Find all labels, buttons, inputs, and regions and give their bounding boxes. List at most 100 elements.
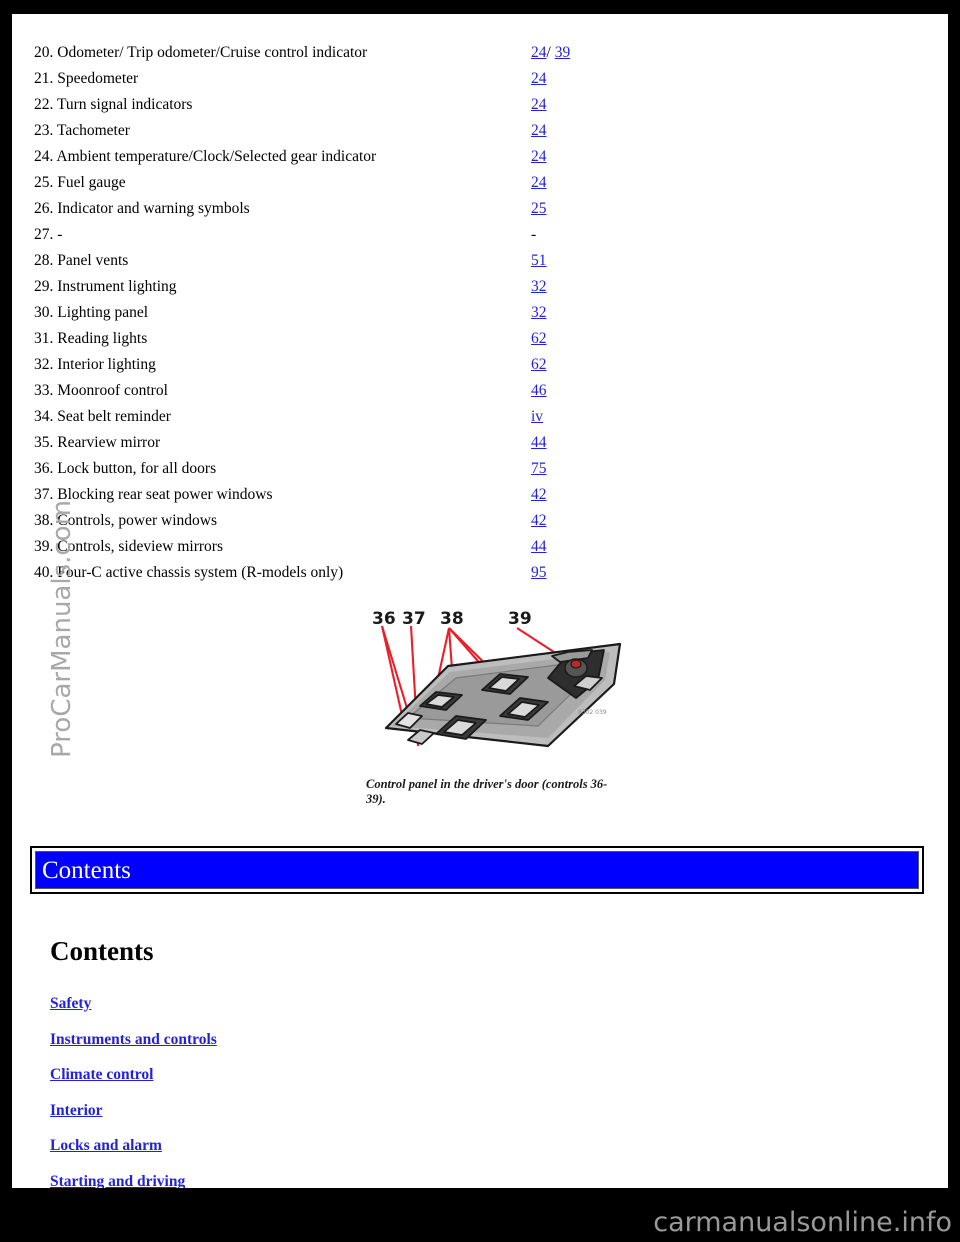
- contents-link[interactable]: Instruments and controls: [50, 1031, 217, 1048]
- index-row: 35. Rearview mirror 44: [34, 430, 594, 456]
- index-row-pages: 62: [531, 352, 547, 378]
- index-row-pages: 75: [531, 456, 547, 482]
- index-row-pages: iv: [531, 404, 543, 430]
- index-row-label: 24. Ambient temperature/Clock/Selected g…: [34, 148, 377, 165]
- index-row-pages: 25: [531, 196, 547, 222]
- index-row-pages: 24: [531, 92, 547, 118]
- page-link[interactable]: iv: [531, 408, 543, 425]
- index-row-label: 28. Panel vents: [34, 252, 129, 269]
- contents-link[interactable]: Safety: [50, 995, 91, 1012]
- index-row-label: 21. Speedometer: [34, 70, 139, 87]
- index-row-pages: 24: [531, 66, 547, 92]
- index-row-label: 23. Tachometer: [34, 122, 130, 139]
- index-row-label: 34. Seat belt reminder: [34, 408, 171, 425]
- document-page: 20. Odometer/ Trip odometer/Cruise contr…: [12, 14, 948, 1188]
- page-link[interactable]: 46: [531, 382, 547, 399]
- index-row-label: 31. Reading lights: [34, 330, 148, 347]
- figure-caption: Control panel in the driver's door (cont…: [366, 777, 608, 806]
- index-row: 38. Controls, power windows 42: [34, 508, 594, 534]
- index-row: 30. Lighting panel 32: [34, 300, 594, 326]
- page-link[interactable]: 24: [531, 96, 547, 113]
- index-row: 34. Seat belt reminder iv: [34, 404, 594, 430]
- index-row-label: 32. Interior lighting: [34, 356, 156, 373]
- door-control-panel-figure: 36 37 38 39 8302 039: [352, 606, 642, 771]
- index-row-label: 40. Four-C active chassis system (R-mode…: [34, 564, 344, 581]
- index-row: 36. Lock button, for all doors 75: [34, 456, 594, 482]
- index-row-pages: 44: [531, 430, 547, 456]
- index-row-label: 26. Indicator and warning symbols: [34, 200, 250, 217]
- index-row-pages: 42: [531, 482, 547, 508]
- page-link[interactable]: 51: [531, 252, 547, 269]
- index-row: 32. Interior lighting 62: [34, 352, 594, 378]
- contents-banner-title: Contents: [42, 856, 131, 884]
- contents-link-row: Safety: [50, 986, 450, 1022]
- page-link[interactable]: 75: [531, 460, 547, 477]
- page-link[interactable]: 62: [531, 330, 547, 347]
- page-link[interactable]: 44: [531, 538, 547, 555]
- index-row-label: 22. Turn signal indicators: [34, 96, 193, 113]
- page-link[interactable]: 42: [531, 486, 547, 503]
- contents-link[interactable]: Climate control: [50, 1066, 153, 1083]
- index-row-pages: 32: [531, 274, 547, 300]
- page-separator: /: [546, 44, 555, 61]
- contents-link[interactable]: Starting and driving: [50, 1173, 185, 1189]
- page-link[interactable]: 24: [531, 174, 547, 191]
- contents-link-list: Safety Instruments and controls Climate co…: [50, 986, 450, 1188]
- contents-link-row: Locks and alarm: [50, 1128, 450, 1164]
- contents-link[interactable]: Interior: [50, 1102, 103, 1119]
- index-row: 28. Panel vents 51: [34, 248, 594, 274]
- contents-heading: Contents: [50, 936, 154, 966]
- contents-link-row: Climate control: [50, 1057, 450, 1093]
- index-row: 21. Speedometer 24: [34, 66, 594, 92]
- index-row: 33. Moonroof control 46: [34, 378, 594, 404]
- contents-link-row: Instruments and controls: [50, 1022, 450, 1058]
- page-link[interactable]: 24: [531, 122, 547, 139]
- index-row-pages: 51: [531, 248, 547, 274]
- svg-text:38: 38: [440, 609, 464, 629]
- index-row: 29. Instrument lighting 32: [34, 274, 594, 300]
- index-row-pages: 46: [531, 378, 547, 404]
- index-row: 40. Four-C active chassis system (R-mode…: [34, 560, 594, 586]
- svg-text:36: 36: [372, 609, 396, 629]
- index-row-pages: 24/ 39: [531, 40, 570, 66]
- index-row-pages: 24: [531, 144, 547, 170]
- page-link[interactable]: 32: [531, 278, 547, 295]
- contents-link-row: Interior: [50, 1093, 450, 1129]
- page-link[interactable]: 39: [555, 44, 571, 61]
- contents-link-row: Starting and driving: [50, 1164, 450, 1189]
- index-row-pages: -: [531, 222, 536, 248]
- page-link[interactable]: 25: [531, 200, 547, 217]
- contents-banner: Contents: [35, 851, 919, 889]
- page-link[interactable]: 24: [531, 148, 547, 165]
- index-row: 22. Turn signal indicators 24: [34, 92, 594, 118]
- contents-link[interactable]: Locks and alarm: [50, 1137, 162, 1154]
- index-row: 20. Odometer/ Trip odometer/Cruise contr…: [34, 40, 594, 66]
- page-link[interactable]: 62: [531, 356, 547, 373]
- page-link[interactable]: 24: [531, 44, 547, 61]
- page-link[interactable]: 24: [531, 70, 547, 87]
- index-row: 39. Controls, sideview mirrors 44: [34, 534, 594, 560]
- index-row-pages: 42: [531, 508, 547, 534]
- index-row-pages: 24: [531, 118, 547, 144]
- index-list: 20. Odometer/ Trip odometer/Cruise contr…: [34, 40, 594, 586]
- contents-banner-frame: Contents: [30, 846, 924, 894]
- page-placeholder: -: [531, 226, 537, 243]
- index-row-pages: 24: [531, 170, 547, 196]
- index-row-label: 36. Lock button, for all doors: [34, 460, 217, 477]
- index-row: 27. - -: [34, 222, 594, 248]
- page-link[interactable]: 44: [531, 434, 547, 451]
- index-row-label: 33. Moonroof control: [34, 382, 168, 399]
- index-row-label: 30. Lighting panel: [34, 304, 149, 321]
- index-row: 26. Indicator and warning symbols 25: [34, 196, 594, 222]
- index-row: 24. Ambient temperature/Clock/Selected g…: [34, 144, 594, 170]
- page-link[interactable]: 42: [531, 512, 547, 529]
- index-row: 23. Tachometer 24: [34, 118, 594, 144]
- page-link[interactable]: 32: [531, 304, 547, 321]
- page-link[interactable]: 95: [531, 564, 547, 581]
- index-row-label: 20. Odometer/ Trip odometer/Cruise contr…: [34, 44, 368, 61]
- index-row: 37. Blocking rear seat power windows 42: [34, 482, 594, 508]
- index-row-label: 29. Instrument lighting: [34, 278, 177, 295]
- index-row-label: 27. -: [34, 226, 63, 243]
- index-row: 25. Fuel gauge 24: [34, 170, 594, 196]
- index-row-label: 37. Blocking rear seat power windows: [34, 486, 273, 503]
